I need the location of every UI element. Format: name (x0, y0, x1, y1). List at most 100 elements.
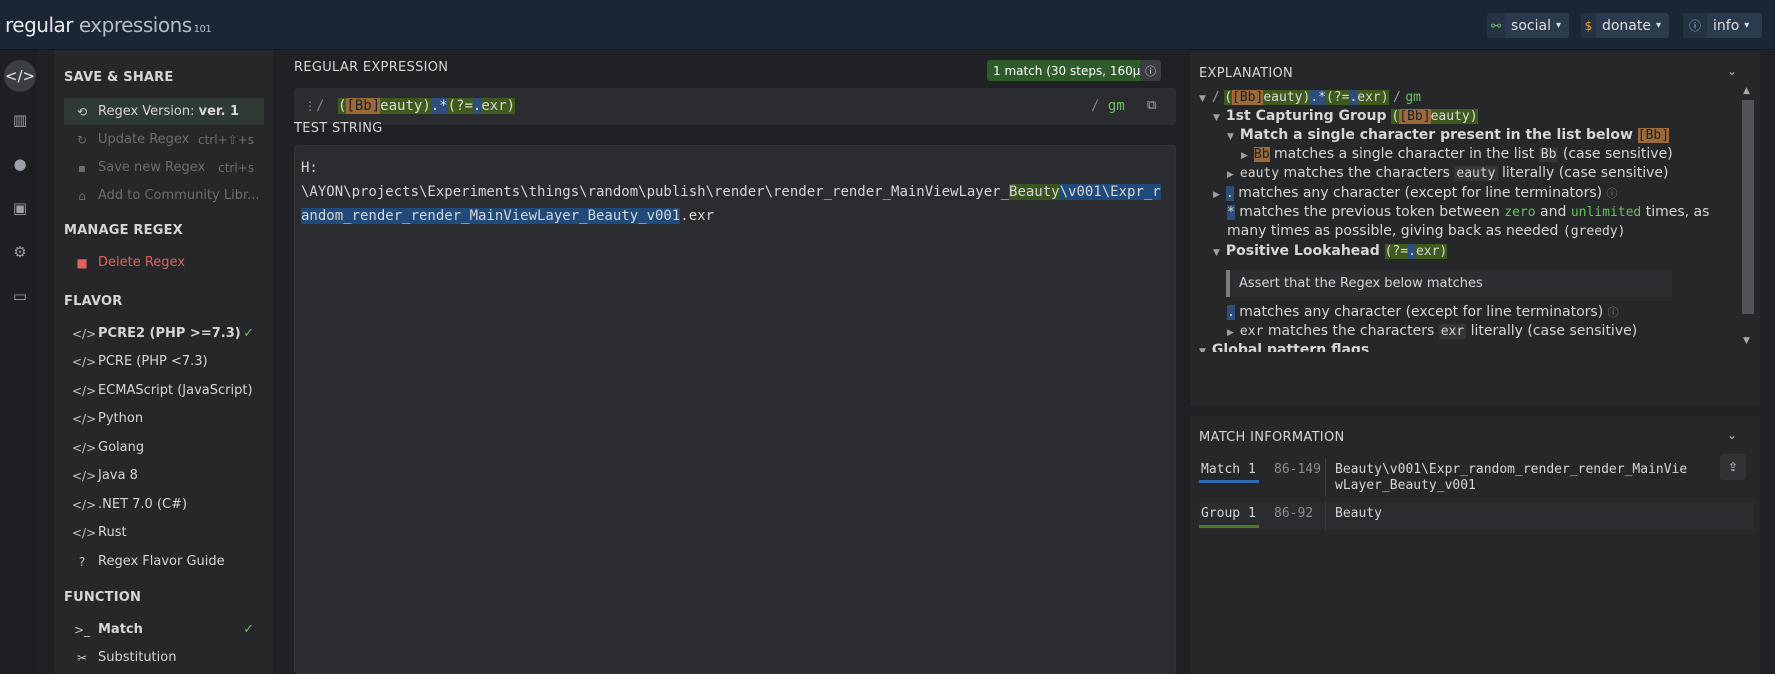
global-flags-label: Global pattern flags (1211, 342, 1370, 352)
save-new-regex-item[interactable]: ▪ Save new Regex ctrl+s (64, 154, 264, 181)
match-single-row[interactable]: ▼ Match a single character present in the… (1227, 127, 1670, 143)
match-single-label: Match a single character present in the … (1239, 127, 1633, 143)
code-icon: </> (72, 354, 97, 369)
help-circle-icon[interactable]: ⓘ (1608, 306, 1619, 319)
flavor-item-python[interactable]: </> Python (64, 405, 264, 432)
delete-regex-item[interactable]: ■ Delete Regex (64, 249, 264, 276)
flavor-guide-label: Regex Flavor Guide (98, 554, 225, 569)
dot-row[interactable]: ▶. matches any character (except for lin… (1213, 185, 1618, 201)
regex-token: ) (506, 98, 516, 114)
match-range: 86-149 (1274, 462, 1321, 477)
assert-callout: Assert that the Regex below matches (1226, 270, 1672, 297)
explanation-root[interactable]: ▼ / ([Bb]eauty).*(?=.exr) / gm (1199, 89, 1421, 105)
inline-code: exr (1438, 324, 1467, 339)
icon-bar: </> ▥ ● ▣ ⚙ ▭ (0, 50, 38, 674)
chevron-down-icon: ▾ (1655, 20, 1661, 31)
global-flags-row[interactable]: ▼ Global pattern flags (1199, 342, 1369, 352)
manage-regex-heading: MANAGE REGEX (64, 223, 183, 238)
library-icon[interactable]: ▥ (4, 104, 36, 136)
code-icon: </> (72, 468, 97, 483)
scroll-down-icon[interactable]: ▼ (1743, 336, 1750, 346)
regex-token: eauty (1239, 166, 1280, 181)
info-circle-icon: ⓘ (1683, 13, 1707, 38)
social-button[interactable]: ⚯ social ▾ (1487, 13, 1569, 38)
terminal-icon: >_ (73, 622, 91, 637)
function-item-match[interactable]: >_ Match ✓ (64, 616, 264, 643)
regex-token: ( (1224, 90, 1233, 105)
test-string-input[interactable]: H: \AYON\projects\Experiments\things\ran… (294, 145, 1176, 674)
flavor-item-dotnet[interactable]: </> .NET 7.0 (C#) (64, 491, 264, 518)
regex-input[interactable]: ⋮ / ([Bb]eauty).*(?=.exr) / gm ⧉ (294, 88, 1176, 125)
regex-token: ) (422, 98, 431, 114)
capturing-group-row[interactable]: ▼ 1st Capturing Group ([Bb]eauty) (1213, 108, 1478, 124)
flavor-item-golang[interactable]: </> Golang (64, 434, 264, 461)
flavor-item-ecmascript[interactable]: </> ECMAScript (JavaScript) (64, 377, 264, 404)
update-regex-item[interactable]: ↻ Update Regex ctrl+⇧+s (64, 126, 264, 153)
scroll-up-icon[interactable]: ▲ (1743, 86, 1750, 96)
code-editor-icon[interactable]: </> (4, 60, 36, 92)
dollar-icon: $ (1581, 13, 1596, 38)
scrollbar-thumb[interactable] (1742, 100, 1754, 314)
dot2-row[interactable]: . matches any character (except for line… (1227, 304, 1619, 320)
donate-button[interactable]: $ donate ▾ (1581, 13, 1669, 38)
chevron-down-icon[interactable]: ⌄ (1727, 64, 1737, 78)
regex-open-delimiter: / (316, 98, 325, 114)
right-panel: EXPLANATION ⌄ ▼ / ([Bb]eauty).*(?=.exr) /… (1188, 50, 1775, 674)
regex-flags-value: gm (1107, 98, 1125, 114)
regex-flags[interactable]: / gm (1091, 98, 1125, 114)
function-label: Match (98, 622, 143, 637)
function-item-substitution[interactable]: ✂ Substitution (64, 644, 264, 671)
info-icon[interactable]: ⓘ (1140, 60, 1161, 81)
star-row[interactable]: * matches the previous token between zer… (1227, 204, 1709, 220)
divider (1325, 502, 1326, 530)
help-circle-icon[interactable]: ⓘ (1607, 187, 1618, 200)
root-flags: gm (1405, 90, 1421, 105)
regex-token: . (1227, 305, 1235, 320)
flavor-guide-item[interactable]: ? Regex Flavor Guide (64, 548, 264, 575)
match-row[interactable]: Match 1 86-149 Beauty\v001\Expr_random_r… (1199, 458, 1754, 496)
sidebar: SAVE & SHARE ⟲ Regex Version: ver. 1 ↻ Upd… (54, 50, 273, 674)
user-icon[interactable]: ● (4, 148, 36, 180)
logo[interactable]: regular expressions 101 (5, 13, 212, 37)
eauty-row[interactable]: ▶ eauty matches the characters eauty lite… (1227, 165, 1669, 181)
explanation-scrollbar[interactable]: ▲ ▼ (1740, 86, 1754, 346)
regex-token: * (1227, 205, 1235, 220)
info-button[interactable]: ⓘ info ▾ (1683, 13, 1762, 38)
star-zero: zero (1504, 205, 1536, 220)
star-and: and (1540, 204, 1567, 220)
chat-icon[interactable]: ▭ (4, 280, 36, 312)
add-community-item[interactable]: ⌂ Add to Community Libr... (64, 182, 264, 209)
flavor-item-java8[interactable]: </> Java 8 (64, 462, 264, 489)
regex-token: * (439, 98, 448, 114)
export-icon[interactable]: ⇪ (1720, 454, 1746, 480)
exr-row[interactable]: ▶ exr matches the characters exr literall… (1227, 323, 1637, 339)
explanation-heading: EXPLANATION (1199, 66, 1294, 81)
gamepad-icon[interactable]: ▣ (4, 192, 36, 224)
top-bar: regular expressions 101 ⚯ social ▾ $ donate ▾… (0, 0, 1775, 50)
regex-expression[interactable]: ([Bb]eauty).*(?=.exr) (338, 98, 516, 114)
flavor-label: Rust (98, 525, 127, 540)
flavor-item-rust[interactable]: </> Rust (64, 519, 264, 546)
regex-version-label: Regex Version: (98, 104, 199, 119)
group-highlight: Beauty (1009, 184, 1060, 200)
question-circle-icon: ? (78, 554, 86, 569)
flavor-item-pcre2[interactable]: </> PCRE2 (PHP >=7.3) ✓ (64, 320, 264, 347)
bb-row[interactable]: ▶ Bb matches a single character in the li… (1241, 146, 1673, 162)
regex-token: . (1310, 90, 1319, 105)
community-icon: ⌂ (78, 188, 86, 203)
exr-text-end: literally (case sensitive) (1470, 323, 1638, 339)
function-heading: FUNCTION (64, 590, 142, 605)
test-string-text[interactable]: H: \AYON\projects\Experiments\things\ran… (301, 156, 1165, 228)
inline-code: eauty (1454, 166, 1498, 181)
group-row[interactable]: Group 1 86-92 Beauty (1199, 502, 1754, 530)
chevron-down-icon[interactable]: ⌄ (1727, 428, 1737, 442)
settings-gear-icon[interactable]: ⚙ (4, 236, 36, 268)
flavor-item-pcre[interactable]: </> PCRE (PHP <7.3) (64, 348, 264, 375)
main-panel: REGULAR EXPRESSION 1 match (30 steps, 16… (284, 50, 1179, 674)
drag-handle-icon[interactable]: ⋮ (304, 99, 316, 113)
code-icon: </> (72, 383, 97, 398)
lookahead-row[interactable]: ▼ Positive Lookahead (?=.exr) (1213, 243, 1448, 259)
save-disk-icon: ▪ (77, 160, 87, 175)
regex-version-item[interactable]: ⟲ Regex Version: ver. 1 (64, 98, 264, 125)
copy-icon[interactable]: ⧉ (1147, 98, 1156, 113)
